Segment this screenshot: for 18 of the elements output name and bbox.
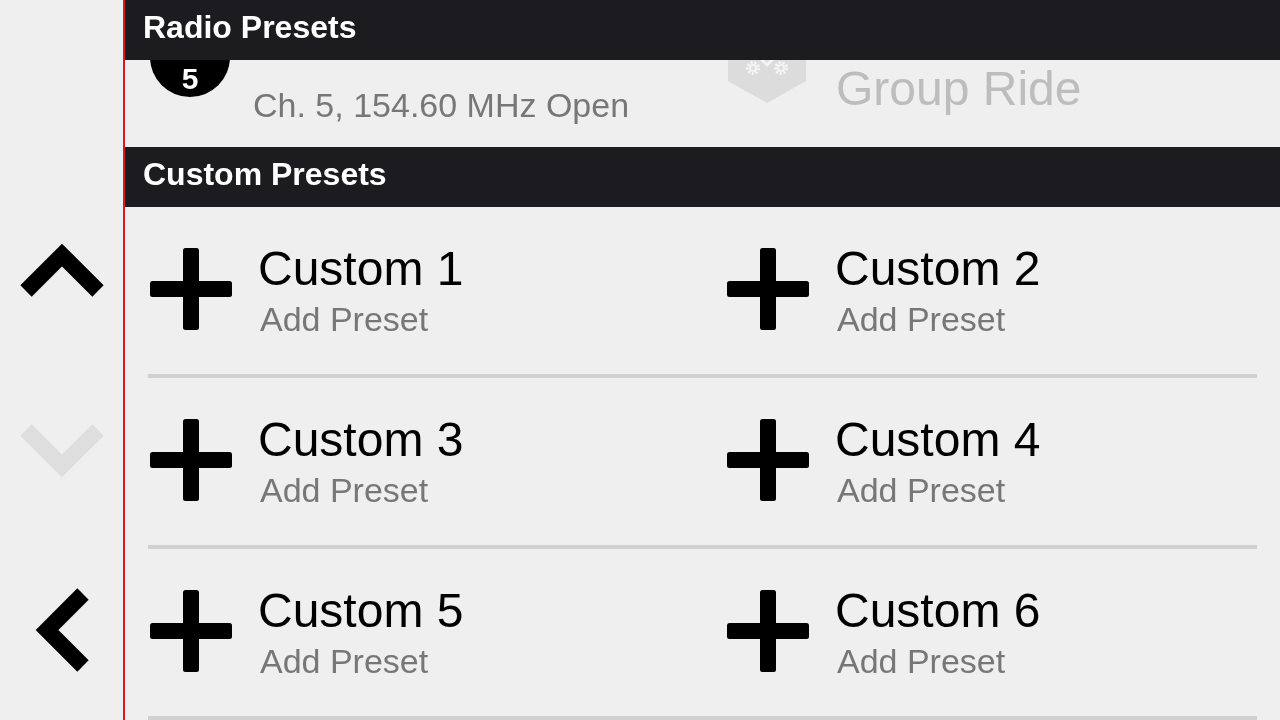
add-preset-button[interactable]: Custom 2 Add Preset (727, 241, 1041, 340)
channel-subtitle: Ch. 5, 154.60 MHz Open (253, 86, 630, 124)
add-preset-button[interactable]: Custom 5 Add Preset (150, 583, 464, 682)
plus-icon (150, 590, 232, 672)
section-title: Custom Presets (143, 156, 387, 193)
plus-icon (150, 248, 232, 330)
add-preset-button[interactable]: Custom 1 Add Preset (150, 241, 464, 340)
plus-icon (727, 419, 809, 501)
section-title: Radio Presets (143, 9, 357, 46)
add-preset-button[interactable]: Custom 4 Add Preset (727, 412, 1041, 511)
plus-icon (150, 419, 232, 501)
chevron-left-button[interactable] (34, 588, 89, 672)
add-preset-button[interactable]: Custom 3 Add Preset (150, 412, 464, 511)
plus-icon (727, 248, 809, 330)
plus-icon (727, 590, 809, 672)
channel-number-badge: 5 (150, 60, 230, 97)
add-preset-button[interactable]: Custom 6 Add Preset (727, 583, 1041, 682)
chevron-up-button[interactable] (19, 243, 104, 297)
